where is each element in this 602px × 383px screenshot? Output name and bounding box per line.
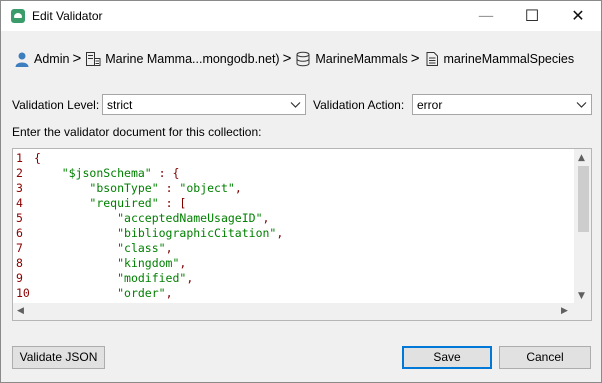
maximize-button[interactable]: ☐ (509, 1, 555, 31)
validate-json-button[interactable]: Validate JSON (12, 346, 105, 369)
scroll-right-arrow-icon[interactable]: ▶ (561, 306, 568, 316)
breadcrumb-item-database[interactable]: MarineMammals (315, 52, 407, 66)
chevron-down-icon (576, 102, 587, 108)
cancel-button[interactable]: Cancel (499, 346, 591, 369)
validator-json-editor[interactable]: 1{2 "$jsonSchema" : {3 "bsonType" : "obj… (12, 148, 592, 321)
database-icon (296, 51, 310, 67)
code-line[interactable]: 4 "required" : [ (13, 196, 573, 211)
code-text: "modified", (117, 271, 194, 285)
collection-icon (426, 52, 438, 66)
line-number: 10 (16, 286, 30, 300)
code-text: "required" : [ (89, 196, 187, 210)
chevron-down-icon (290, 102, 301, 108)
code-text: "acceptedNameUsageID", (117, 211, 270, 225)
code-line[interactable]: 9 "modified", (13, 271, 573, 286)
code-line[interactable]: 6 "bibliographicCitation", (13, 226, 573, 241)
line-number: 9 (16, 271, 23, 285)
line-number: 8 (16, 256, 23, 270)
validation-action-value: error (417, 98, 443, 112)
scroll-up-arrow-icon[interactable]: ▲ (578, 153, 585, 163)
code-text: { (34, 151, 41, 165)
code-line[interactable]: 1{ (13, 151, 573, 166)
code-text: "order", (117, 286, 173, 300)
save-button[interactable]: Save (402, 346, 492, 369)
editor-prompt: Enter the validator document for this co… (12, 125, 262, 139)
app-logo-icon (11, 9, 25, 23)
code-text: "class", (117, 241, 173, 255)
code-line[interactable]: 2 "$jsonSchema" : { (13, 166, 573, 181)
validation-level-label: Validation Level: (12, 98, 100, 112)
validation-level-value: strict (107, 98, 133, 112)
close-button[interactable]: ✕ (555, 1, 601, 31)
code-text: "bibliographicCitation", (117, 226, 284, 240)
code-text: "kingdom", (117, 256, 187, 270)
code-line[interactable]: 7 "class", (13, 241, 573, 256)
code-text: "$jsonSchema" : { (61, 166, 180, 180)
code-text: "bsonType" : "object", (89, 181, 242, 195)
line-number: 7 (16, 241, 23, 255)
edit-validator-dialog: Edit Validator — ☐ ✕ Admin > Marine Mamm… (0, 0, 602, 383)
vertical-scrollbar[interactable]: ▲ ▼ (574, 149, 591, 305)
title-bar: Edit Validator — ☐ ✕ (1, 1, 601, 31)
line-number: 2 (16, 166, 23, 180)
line-number: 4 (16, 196, 23, 210)
server-icon (86, 52, 101, 66)
breadcrumb-item-connection[interactable]: Marine Mamma...mongodb.net) (105, 52, 279, 66)
vertical-scroll-thumb[interactable] (578, 166, 589, 232)
scroll-left-arrow-icon[interactable]: ◀ (17, 306, 24, 316)
scroll-down-arrow-icon[interactable]: ▼ (578, 291, 585, 301)
code-line[interactable]: 3 "bsonType" : "object", (13, 181, 573, 196)
breadcrumb: Admin > Marine Mamma...mongodb.net) > Ma… (14, 50, 574, 68)
scrollbar-corner (574, 303, 591, 320)
validation-level-select[interactable]: strict (102, 94, 306, 115)
breadcrumb-separator: > (72, 50, 82, 67)
code-line[interactable]: 5 "acceptedNameUsageID", (13, 211, 573, 226)
breadcrumb-item-collection[interactable]: marineMammalSpecies (444, 52, 575, 66)
line-number: 1 (16, 151, 23, 165)
breadcrumb-separator: > (282, 50, 292, 67)
window-title: Edit Validator (32, 9, 103, 23)
code-area[interactable]: 1{2 "$jsonSchema" : {3 "bsonType" : "obj… (13, 151, 573, 301)
line-number: 6 (16, 226, 23, 240)
validation-action-select[interactable]: error (412, 94, 592, 115)
breadcrumb-item-admin[interactable]: Admin (34, 52, 69, 66)
horizontal-scrollbar[interactable]: ◀ ▶ (13, 303, 574, 320)
code-line[interactable]: 10 "order", (13, 286, 573, 301)
code-line[interactable]: 8 "kingdom", (13, 256, 573, 271)
line-number: 3 (16, 181, 23, 195)
validation-action-label: Validation Action: (313, 98, 405, 112)
minimize-button[interactable]: — (463, 1, 509, 31)
line-number: 5 (16, 211, 23, 225)
user-icon (15, 52, 29, 67)
breadcrumb-separator: > (410, 50, 420, 67)
